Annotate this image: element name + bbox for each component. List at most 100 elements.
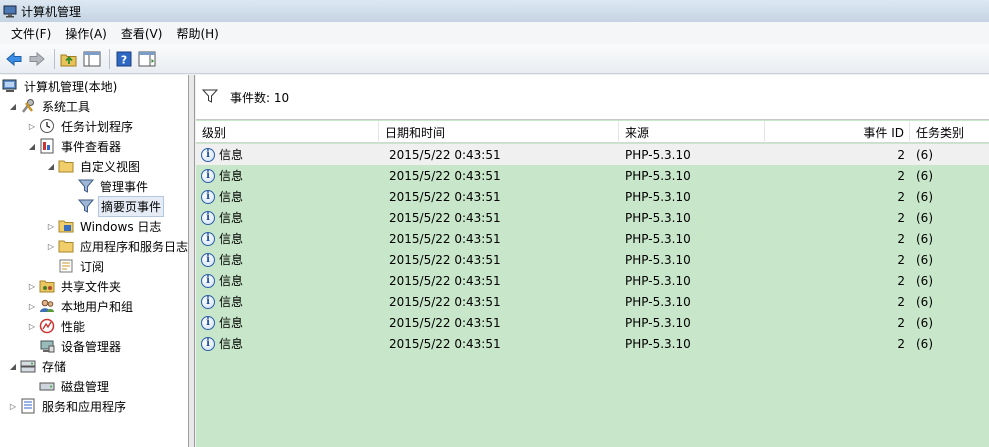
- source-cell: PHP-5.3.10: [625, 210, 691, 225]
- tree-label: 订阅: [80, 259, 105, 274]
- performance-icon: [39, 318, 55, 334]
- menu-help[interactable]: 帮助(H): [169, 25, 225, 42]
- menu-action[interactable]: 操作(A): [58, 25, 114, 42]
- up-folder-icon[interactable]: [59, 49, 79, 69]
- event-id-cell: 2: [897, 252, 905, 267]
- table-row[interactable]: i 信息 2015/5/22 0:43:51 PHP-5.3.10 2 (6): [196, 249, 989, 270]
- tree-item-task-scheduler[interactable]: ▷ 任务计划程序: [27, 116, 135, 136]
- tree-label: 摘要页事件: [98, 195, 165, 217]
- show-hide-action-pane-icon[interactable]: [137, 49, 157, 69]
- collapsed-arrow-icon[interactable]: ▷: [27, 122, 37, 131]
- tree-item-system-tools[interactable]: ◢ 系统工具: [8, 96, 92, 116]
- disk-icon: [39, 378, 55, 394]
- menu-file[interactable]: 文件(F): [4, 25, 58, 42]
- event-id-cell: 2: [897, 210, 905, 225]
- datetime-cell: 2015/5/22 0:43:51: [389, 273, 501, 288]
- info-icon: i: [201, 336, 215, 351]
- source-cell: PHP-5.3.10: [625, 273, 691, 288]
- toolbar-separator: [54, 48, 55, 69]
- filter-bar: 事件数: 10: [196, 75, 989, 120]
- tree-item-administrative-events[interactable]: 管理事件: [78, 176, 150, 196]
- tree-item-event-viewer[interactable]: ◢ 事件查看器: [27, 136, 123, 156]
- source-cell: PHP-5.3.10: [625, 231, 691, 246]
- datetime-cell: 2015/5/22 0:43:51: [389, 231, 501, 246]
- table-row[interactable]: i 信息 2015/5/22 0:43:51 PHP-5.3.10 2 (6): [196, 144, 989, 165]
- back-icon[interactable]: [4, 49, 24, 69]
- tree-item-custom-views[interactable]: ◢ 自定义视图: [46, 156, 142, 176]
- task-category-cell: (6): [916, 252, 933, 267]
- level-cell: i 信息: [201, 333, 376, 354]
- datetime-cell: 2015/5/22 0:43:51: [389, 189, 501, 204]
- table-row[interactable]: i 信息 2015/5/22 0:43:51 PHP-5.3.10 2 (6): [196, 333, 989, 354]
- column-header-level[interactable]: 级别: [196, 121, 379, 143]
- event-id-cell: 2: [897, 231, 905, 246]
- task-category-cell: (6): [916, 273, 933, 288]
- tree-label: 系统工具: [42, 99, 91, 114]
- info-icon: i: [201, 294, 215, 309]
- folder-icon: [58, 158, 74, 174]
- table-row[interactable]: i 信息 2015/5/22 0:43:51 PHP-5.3.10 2 (6): [196, 228, 989, 249]
- tree-item-app-service-logs[interactable]: ▷ 应用程序和服务日志: [46, 236, 188, 256]
- table-row[interactable]: i 信息 2015/5/22 0:43:51 PHP-5.3.10 2 (6): [196, 312, 989, 333]
- column-header-task-category[interactable]: 任务类别: [910, 121, 989, 143]
- collapsed-arrow-icon[interactable]: ▷: [27, 302, 37, 311]
- tree-item-disk-management[interactable]: 磁盘管理: [39, 376, 111, 396]
- datetime-cell: 2015/5/22 0:43:51: [389, 210, 501, 225]
- tree-item-services-applications[interactable]: ▷ 服务和应用程序: [8, 396, 128, 416]
- table-row[interactable]: i 信息 2015/5/22 0:43:51 PHP-5.3.10 2 (6): [196, 186, 989, 207]
- table-row[interactable]: i 信息 2015/5/22 0:43:51 PHP-5.3.10 2 (6): [196, 270, 989, 291]
- info-icon: i: [201, 168, 215, 183]
- help-icon[interactable]: ?: [114, 49, 134, 69]
- level-cell: i 信息: [201, 165, 376, 186]
- computer-management-icon: [3, 5, 17, 18]
- level-cell: i 信息: [201, 270, 376, 291]
- table-row[interactable]: i 信息 2015/5/22 0:43:51 PHP-5.3.10 2 (6): [196, 165, 989, 186]
- tree-item-summary-page-events[interactable]: 摘要页事件: [78, 195, 165, 217]
- event-id-cell: 2: [897, 315, 905, 330]
- pane-splitter[interactable]: [189, 75, 195, 447]
- datetime-cell: 2015/5/22 0:43:51: [389, 315, 501, 330]
- console-tree: 计算机管理(本地) ◢ 系统工具 ▷ 任务计划程序 ◢ 事件查看器 ◢ 自定义视…: [0, 75, 189, 447]
- task-category-cell: (6): [916, 294, 933, 309]
- collapsed-arrow-icon[interactable]: ▷: [27, 322, 37, 331]
- subscriptions-icon: [58, 258, 74, 274]
- filter-icon: [201, 89, 219, 106]
- column-header-event-id[interactable]: 事件 ID: [765, 121, 910, 143]
- tree-item-subscriptions[interactable]: 订阅: [58, 256, 106, 276]
- expanded-arrow-icon[interactable]: ◢: [27, 142, 37, 151]
- table-row[interactable]: i 信息 2015/5/22 0:43:51 PHP-5.3.10 2 (6): [196, 207, 989, 228]
- show-hide-console-tree-icon[interactable]: [82, 49, 102, 69]
- collapsed-arrow-icon[interactable]: ▷: [8, 402, 18, 411]
- tree-item-performance[interactable]: ▷ 性能: [27, 316, 87, 336]
- tree-item-computer-management[interactable]: 计算机管理(本地): [2, 76, 119, 96]
- collapsed-arrow-icon[interactable]: ▷: [46, 222, 56, 231]
- info-icon: i: [201, 189, 215, 204]
- tree-item-windows-logs[interactable]: ▷ Windows 日志: [46, 216, 163, 236]
- tree-item-local-users-groups[interactable]: ▷ 本地用户和组: [27, 296, 135, 316]
- expanded-arrow-icon[interactable]: ◢: [46, 162, 56, 171]
- level-cell: i 信息: [201, 291, 376, 312]
- level-cell: i 信息: [201, 312, 376, 333]
- collapsed-arrow-icon[interactable]: ▷: [27, 282, 37, 291]
- column-header-source[interactable]: 来源: [619, 121, 765, 143]
- task-category-cell: (6): [916, 168, 933, 183]
- datetime-cell: 2015/5/22 0:43:51: [389, 168, 501, 183]
- info-icon: i: [201, 315, 215, 330]
- folder-icon: [58, 238, 74, 254]
- level-text: 信息: [219, 190, 244, 204]
- expanded-arrow-icon[interactable]: ◢: [8, 362, 18, 371]
- tree-item-storage[interactable]: ◢ 存储: [8, 356, 68, 376]
- level-text: 信息: [219, 211, 244, 225]
- task-category-cell: (6): [916, 210, 933, 225]
- source-cell: PHP-5.3.10: [625, 315, 691, 330]
- column-header-datetime[interactable]: 日期和时间: [379, 121, 619, 143]
- collapsed-arrow-icon[interactable]: ▷: [46, 242, 56, 251]
- table-row[interactable]: i 信息 2015/5/22 0:43:51 PHP-5.3.10 2 (6): [196, 291, 989, 312]
- tree-item-shared-folders[interactable]: ▷ 共享文件夹: [27, 276, 123, 296]
- tree-item-device-manager[interactable]: 设备管理器: [39, 336, 123, 356]
- forward-icon[interactable]: [27, 49, 47, 69]
- task-category-cell: (6): [916, 315, 933, 330]
- expanded-arrow-icon[interactable]: ◢: [8, 102, 18, 111]
- info-icon: i: [201, 252, 215, 267]
- menu-view[interactable]: 查看(V): [114, 25, 170, 42]
